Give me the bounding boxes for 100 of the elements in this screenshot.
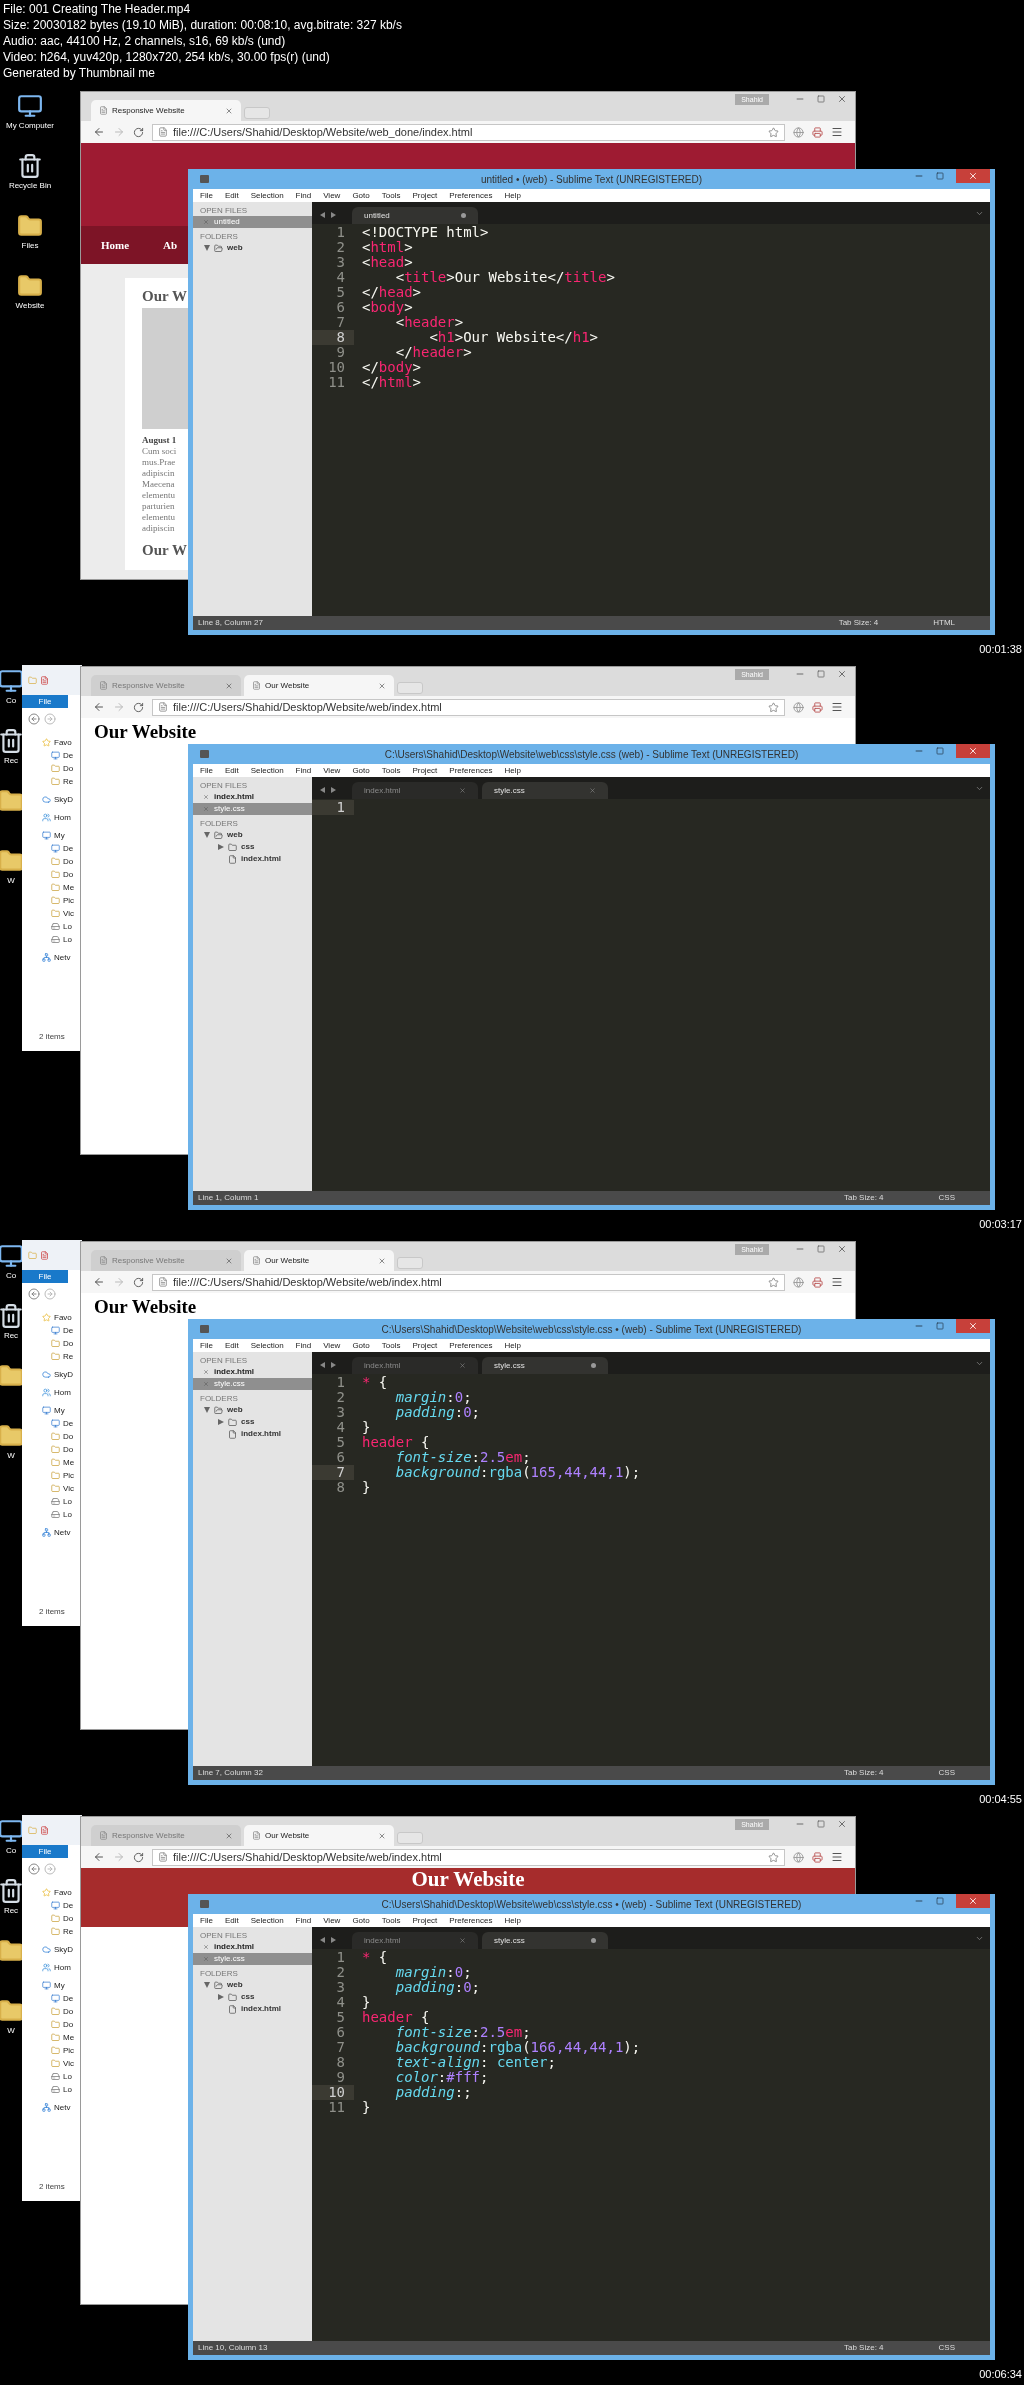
nav-item[interactable]: Favo: [54, 736, 72, 749]
nav-item[interactable]: Do: [63, 2005, 74, 2018]
menu-item[interactable]: Tools: [381, 764, 401, 777]
nav-item[interactable]: Favo: [54, 1886, 72, 1899]
nav-item[interactable]: Netv: [54, 2101, 71, 2114]
next-arrow-icon[interactable]: [331, 1937, 336, 1943]
nav-item[interactable]: Lo: [63, 2083, 72, 2096]
expanded-triangle-icon[interactable]: [204, 1407, 210, 1413]
nav-item[interactable]: My: [54, 829, 65, 842]
menu-item[interactable]: Preferences: [449, 1339, 493, 1352]
nav-item[interactable]: Hom: [54, 811, 71, 824]
nav-item[interactable]: Pic: [63, 2044, 75, 2057]
close-icon[interactable]: [378, 1831, 386, 1840]
recycle-bin-icon[interactable]: [17, 153, 43, 179]
menu-item[interactable]: Project: [412, 189, 438, 202]
nav-item[interactable]: SkyD: [54, 1943, 74, 1956]
menu-item[interactable]: Find: [295, 189, 312, 202]
editor-tab[interactable]: style.css: [482, 1357, 608, 1374]
folder-icon[interactable]: [17, 213, 43, 239]
maximize-icon[interactable]: [936, 172, 944, 180]
nav-item[interactable]: SkyD: [54, 793, 74, 806]
back-icon[interactable]: [28, 713, 40, 725]
previous-arrow-icon[interactable]: [320, 787, 325, 793]
close-icon[interactable]: [459, 1937, 466, 1944]
syntax-mode[interactable]: CSS: [938, 2342, 955, 2354]
menu-item[interactable]: Selection: [250, 1914, 284, 1927]
nav-item[interactable]: Netv: [54, 951, 71, 964]
nav-link[interactable]: Ab: [163, 236, 178, 254]
nav-item[interactable]: Pic: [63, 894, 75, 907]
menu-item[interactable]: Selection: [250, 1339, 284, 1352]
open-file-item[interactable]: index.html: [193, 1366, 312, 1378]
printer-icon[interactable]: [812, 701, 823, 713]
close-button[interactable]: [956, 744, 990, 758]
nav-item[interactable]: Me: [63, 2031, 75, 2044]
close-icon[interactable]: [203, 1944, 209, 1950]
bookmark-star-icon[interactable]: [768, 126, 779, 138]
back-icon[interactable]: [93, 1851, 105, 1863]
menu-item[interactable]: Preferences: [449, 764, 493, 777]
menu-item[interactable]: Edit: [224, 764, 239, 777]
nav-item[interactable]: De: [63, 1324, 74, 1337]
dropdown-icon[interactable]: [975, 209, 984, 218]
nav-item[interactable]: Do: [63, 1912, 74, 1925]
previous-arrow-icon[interactable]: [320, 212, 325, 218]
close-icon[interactable]: [225, 1831, 233, 1840]
nav-item[interactable]: Do: [63, 1443, 74, 1456]
forward-icon[interactable]: [44, 1288, 56, 1300]
tree-item[interactable]: web: [227, 242, 243, 254]
expanded-triangle-icon[interactable]: [204, 832, 210, 838]
nav-item[interactable]: De: [63, 749, 74, 762]
close-button[interactable]: [956, 169, 990, 183]
folder-icon[interactable]: [0, 1998, 22, 2024]
computer-icon[interactable]: [0, 668, 22, 694]
reload-icon[interactable]: [133, 1276, 144, 1288]
browser-tab[interactable]: Our Website: [244, 1825, 394, 1846]
nav-item[interactable]: Do: [63, 2018, 74, 2031]
forward-icon[interactable]: [44, 713, 56, 725]
menu-item[interactable]: Find: [295, 1339, 312, 1352]
close-icon[interactable]: [459, 1362, 466, 1369]
menu-item[interactable]: Find: [295, 764, 312, 777]
tree-item[interactable]: index.html: [241, 853, 281, 865]
menu-icon[interactable]: [831, 701, 843, 713]
collapsed-triangle-icon[interactable]: [218, 1419, 224, 1425]
reload-icon[interactable]: [133, 701, 144, 713]
close-icon[interactable]: [225, 681, 233, 690]
nav-item[interactable]: Re: [63, 1925, 74, 1938]
close-icon[interactable]: [837, 94, 847, 104]
nav-item[interactable]: My: [54, 1979, 65, 1992]
dropdown-icon[interactable]: [975, 1934, 984, 1943]
maximize-icon[interactable]: [936, 1897, 944, 1905]
tree-item[interactable]: css: [241, 1416, 255, 1428]
menu-item[interactable]: Edit: [224, 189, 239, 202]
editor-tab[interactable]: index.html: [352, 1357, 478, 1374]
computer-icon[interactable]: [17, 93, 43, 119]
menu-item[interactable]: Project: [412, 1914, 438, 1927]
menu-item[interactable]: Goto: [352, 1339, 370, 1352]
nav-item[interactable]: Hom: [54, 1386, 71, 1399]
menu-item[interactable]: File: [200, 1914, 213, 1927]
maximize-icon[interactable]: [817, 1820, 825, 1828]
menu-item[interactable]: Find: [295, 1914, 312, 1927]
reload-icon[interactable]: [133, 126, 144, 138]
globe-icon[interactable]: [793, 1851, 804, 1863]
nav-item[interactable]: Netv: [54, 1526, 71, 1539]
dropdown-icon[interactable]: [975, 784, 984, 793]
nav-item[interactable]: Lo: [63, 1508, 72, 1521]
nav-item[interactable]: Do: [63, 868, 74, 881]
menu-item[interactable]: Preferences: [449, 1914, 493, 1927]
nav-item[interactable]: Me: [63, 881, 75, 894]
editor-tab[interactable]: style.css: [482, 1932, 608, 1949]
close-icon[interactable]: [837, 1819, 847, 1829]
expanded-triangle-icon[interactable]: [204, 245, 210, 251]
nav-item[interactable]: Lo: [63, 1495, 72, 1508]
maximize-icon[interactable]: [936, 1322, 944, 1330]
reload-icon[interactable]: [133, 1851, 144, 1863]
previous-arrow-icon[interactable]: [320, 1937, 325, 1943]
nav-link[interactable]: Home: [101, 236, 130, 254]
back-icon[interactable]: [93, 126, 105, 138]
tree-item[interactable]: index.html: [241, 2003, 281, 2015]
back-icon[interactable]: [93, 1276, 105, 1288]
next-arrow-icon[interactable]: [331, 212, 336, 218]
computer-icon[interactable]: [0, 1818, 22, 1844]
